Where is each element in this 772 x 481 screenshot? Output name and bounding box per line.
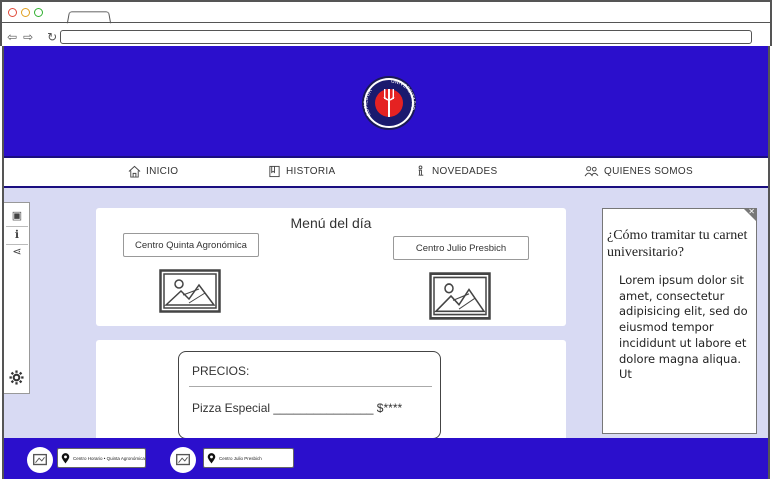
location-button-julio-presbich[interactable]: Centro Julio Presbich <box>393 236 529 260</box>
menu-title: Menú del día <box>290 215 372 231</box>
main-navbar: INICIO HISTORIA NOVEDADES QUIENES SOMOS <box>4 156 768 188</box>
prices-divider <box>189 386 432 387</box>
browser-nav-controls: ⇦ ⇨ ↻ <box>7 30 57 44</box>
book-icon <box>269 165 280 178</box>
price-row: Pizza Especial _______________ $**** <box>192 401 403 415</box>
footer-location-presbich[interactable]: Centro Julio Presbich <box>203 448 294 468</box>
site-header: COMEDOR UNIVERSITARIO <box>4 46 768 156</box>
nav-item-quienes-somos[interactable]: QUIENES SOMOS <box>584 165 693 178</box>
users-icon <box>584 166 599 177</box>
comedor-logo[interactable]: COMEDOR UNIVERSITARIO <box>361 75 417 131</box>
carnet-info-card: ✕ ¿Cómo tramitar tu carnet universitario… <box>602 207 757 434</box>
forward-arrow-icon[interactable]: ⇨ <box>23 30 33 44</box>
nav-item-inicio[interactable]: INICIO <box>128 165 178 178</box>
nav-label-inicio: INICIO <box>146 166 179 177</box>
side-divider <box>6 226 28 227</box>
minimize-window-icon[interactable] <box>21 8 30 17</box>
back-arrow-icon[interactable]: ⇦ <box>7 30 17 44</box>
image-share-icon[interactable]: ▣ <box>10 209 24 223</box>
info-card-title: ¿Cómo tramitar tu carnet universitario? <box>607 228 748 260</box>
nav-item-historia[interactable]: HISTORIA <box>268 165 335 178</box>
info-card-body: Lorem ipsum dolor sit amet, consectetur … <box>619 273 748 382</box>
tab-strip-divider <box>2 22 770 23</box>
window-controls <box>8 8 43 17</box>
location-avatar[interactable] <box>27 447 53 473</box>
location-avatar[interactable] <box>170 447 196 473</box>
nav-label-novedades: NOVEDADES <box>432 166 498 177</box>
nav-label-quienes-somos: QUIENES SOMOS <box>604 166 693 177</box>
info-person-icon <box>418 165 424 176</box>
footer-location-label: Centro Julio Presbich <box>219 455 262 461</box>
page-viewport: COMEDOR UNIVERSITARIO INICIO HISTORIA NO… <box>2 46 770 479</box>
nav-label-historia: HISTORIA <box>286 166 336 177</box>
footer-location-quinta[interactable]: Centro Horario • Quinta Agronómica <box>57 448 146 468</box>
building-image-icon <box>33 453 47 466</box>
browser-window-frame: ⇦ ⇨ ↻ <box>0 0 772 46</box>
home-icon <box>128 165 141 178</box>
prices-title: PRECIOS: <box>192 364 250 378</box>
close-icon[interactable]: ✕ <box>748 207 755 216</box>
info-icon[interactable]: ℹ <box>10 228 24 242</box>
side-toolbar: ▣ ℹ ⋖ <box>4 202 30 394</box>
address-bar[interactable] <box>60 30 752 44</box>
footer-location-label: Centro Horario • Quinta Agronómica <box>73 455 145 461</box>
nav-item-novedades[interactable]: NOVEDADES <box>414 165 498 178</box>
building-image-icon <box>176 453 190 466</box>
menu-del-dia-card: Menú del día Centro Quinta Agronómica Ce… <box>96 208 566 326</box>
prices-box: PRECIOS: Pizza Especial _______________ … <box>178 351 441 439</box>
image-placeholder-icon <box>159 269 221 313</box>
maximize-window-icon[interactable] <box>34 8 43 17</box>
gear-icon[interactable] <box>9 370 24 385</box>
share-icon[interactable]: ⋖ <box>10 245 24 259</box>
reload-icon[interactable]: ↻ <box>47 30 57 44</box>
map-pin-icon <box>207 452 216 463</box>
image-placeholder-icon <box>429 272 491 320</box>
close-window-icon[interactable] <box>8 8 17 17</box>
location-button-quinta-agronomica[interactable]: Centro Quinta Agronómica <box>123 233 259 257</box>
map-pin-icon <box>61 452 70 463</box>
site-footer: Centro Horario • Quinta Agronómica Centr… <box>4 438 768 479</box>
